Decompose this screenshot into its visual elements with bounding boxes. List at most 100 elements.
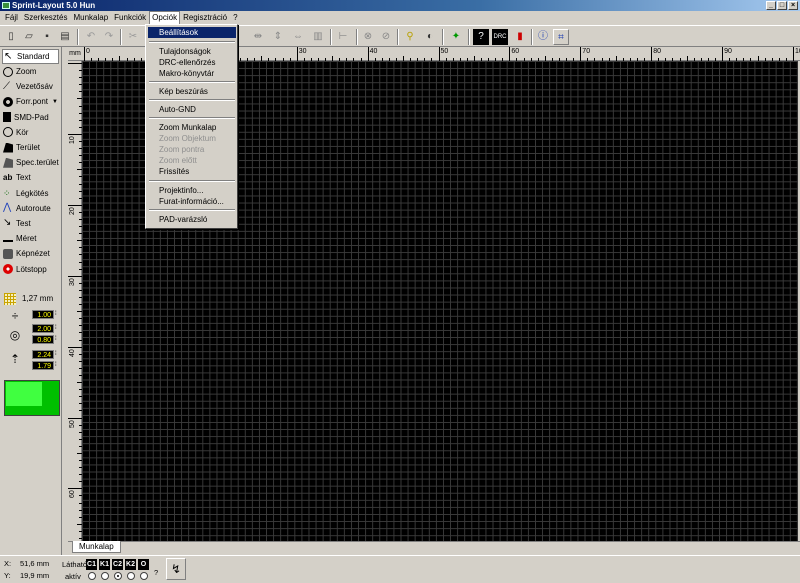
- track-icon: ⟋: [3, 80, 10, 92]
- menu-item-2[interactable]: DRC-ellenőrzés: [148, 57, 236, 68]
- tool-circle[interactable]: Kör: [0, 125, 61, 140]
- unlock-icon[interactable]: ⊘: [378, 29, 394, 45]
- grid-size-value[interactable]: 1,27 mm: [22, 294, 53, 303]
- menu-item-13[interactable]: PAD-varázsló: [148, 214, 236, 225]
- tool-measure[interactable]: Méret: [0, 231, 61, 246]
- maximize-button[interactable]: □: [777, 1, 787, 10]
- menu-item-8: Zoom pontra: [159, 145, 205, 154]
- layer-k1-toggle[interactable]: K1: [99, 559, 110, 570]
- snap-icon[interactable]: ⊢: [335, 29, 351, 45]
- tool-standard[interactable]: ↖ Standard: [2, 49, 59, 64]
- info-icon[interactable]: ⓘ: [535, 29, 551, 45]
- crop-icon[interactable]: ⌗: [553, 29, 569, 45]
- track-width-stepper[interactable]: ⁞: [55, 310, 57, 319]
- menu-edit[interactable]: Szerkesztés: [21, 11, 71, 25]
- menu-item-0[interactable]: Beállítások: [148, 27, 236, 38]
- menu-item-1[interactable]: Tulajdonságok: [148, 46, 236, 57]
- test-icon: ↘: [3, 217, 12, 229]
- ruler-tick: [68, 133, 82, 135]
- layer-k2-toggle[interactable]: K2: [125, 559, 136, 570]
- ruler-label: 20: [69, 207, 76, 215]
- menu-file[interactable]: Fájl: [2, 11, 21, 25]
- menu-item-12[interactable]: Furat-információ...: [148, 196, 236, 207]
- group-icon[interactable]: ⇹: [250, 29, 266, 45]
- smd-width-stepper[interactable]: ⁞: [55, 350, 57, 359]
- minimize-button[interactable]: _: [766, 1, 776, 10]
- active-layer-radio[interactable]: [114, 572, 122, 580]
- chevron-down-icon[interactable]: ▼: [52, 99, 58, 105]
- save-icon[interactable]: ▪: [39, 29, 55, 45]
- menu-item-6[interactable]: Zoom Munkalap: [148, 122, 236, 133]
- ruler-label: 60: [69, 490, 76, 499]
- tool-text[interactable]: ab Text: [0, 170, 61, 185]
- active-layer-radio[interactable]: [127, 572, 135, 580]
- pad-inner-field[interactable]: 0.80: [32, 335, 54, 344]
- ruler-tick: [68, 204, 82, 206]
- search-icon[interactable]: ⚲: [402, 29, 418, 45]
- tool-photoview[interactable]: Képnézet: [0, 246, 61, 261]
- pad-inner-stepper[interactable]: ⁞: [55, 335, 57, 344]
- menu-registration[interactable]: Regisztráció: [180, 11, 230, 25]
- active-layer-radio[interactable]: [101, 572, 109, 580]
- tool-track[interactable]: ⟋ Vezetősáv: [0, 79, 61, 94]
- tool-test[interactable]: ↘ Test: [0, 216, 61, 231]
- menu-item-3[interactable]: Makro-könyvtár: [148, 68, 236, 79]
- drc-icon[interactable]: DRC: [492, 29, 508, 45]
- active-layer-radio[interactable]: [140, 572, 148, 580]
- menu-bar: Fájl Szerkesztés Munkalap Funkciók Opció…: [0, 11, 800, 25]
- menu-help[interactable]: ?: [230, 11, 240, 25]
- tool-airwire[interactable]: ⁘ Légkötés: [0, 186, 61, 201]
- tool-solder-mask[interactable]: Lötstopp: [0, 261, 61, 276]
- route-mode-icon[interactable]: ↯: [166, 558, 186, 580]
- cut-icon[interactable]: ✂: [125, 29, 141, 45]
- zone-icon: [3, 142, 13, 153]
- tester-icon[interactable]: ?: [473, 29, 489, 45]
- pad-outer-field[interactable]: 2.00: [32, 324, 54, 333]
- window-title: Sprint-Layout 5.0 Hun: [12, 1, 96, 10]
- menu-item-4[interactable]: Kép beszúrás: [148, 86, 236, 97]
- pad-outer-stepper[interactable]: ⁞: [55, 324, 57, 333]
- mirror-icon[interactable]: ⇔: [290, 29, 306, 45]
- circle-icon: [3, 127, 13, 138]
- track-width-field[interactable]: 1.00: [32, 310, 54, 319]
- new-file-icon[interactable]: ▯: [3, 29, 19, 45]
- menu-item-5[interactable]: Auto-GND: [148, 104, 236, 115]
- solder-mask-toolbar-icon[interactable]: ▮: [512, 29, 528, 45]
- print-icon[interactable]: ▤: [57, 29, 73, 45]
- smd-pad-icon: [3, 112, 11, 123]
- active-layer-radio[interactable]: [88, 572, 96, 580]
- layer-c2-toggle[interactable]: C2: [112, 559, 123, 570]
- menu-options[interactable]: Opciók: [149, 11, 181, 25]
- smd-width-field[interactable]: 2.24: [32, 350, 54, 359]
- ruler-label: 40: [69, 348, 76, 357]
- tool-special-zone[interactable]: Spec.terület: [0, 155, 61, 170]
- tool-smd-pad[interactable]: SMD-Pad: [0, 110, 61, 125]
- layer-color-swatch[interactable]: [4, 380, 60, 416]
- component-icon[interactable]: ✦: [448, 29, 464, 45]
- tab-worksheet[interactable]: Munkalap: [72, 541, 121, 553]
- menu-worksheet[interactable]: Munkalap: [70, 11, 111, 25]
- ruler-tick: [722, 47, 724, 61]
- smd-height-stepper[interactable]: ⁞: [55, 361, 57, 370]
- layer-c1-toggle[interactable]: C1: [86, 559, 97, 570]
- contrast-icon[interactable]: ◐: [422, 29, 438, 45]
- grid-icon[interactable]: [4, 293, 16, 305]
- open-folder-icon[interactable]: ▱: [21, 29, 37, 45]
- menu-item-11[interactable]: Projektinfo...: [148, 185, 236, 196]
- smd-height-field[interactable]: 1.79: [32, 361, 54, 370]
- tool-solder-pad[interactable]: Forr.pont ▼: [0, 94, 61, 109]
- flip-icon[interactable]: ⇕: [270, 29, 286, 45]
- tool-zoom[interactable]: Zoom: [0, 64, 61, 79]
- close-button[interactable]: ×: [788, 1, 798, 10]
- undo-icon[interactable]: ↶: [83, 29, 99, 45]
- align-icon[interactable]: ▥: [310, 29, 326, 45]
- menu-item-10[interactable]: Frissítés: [148, 166, 236, 177]
- solder-mask-icon: [3, 264, 13, 275]
- redo-icon[interactable]: ↷: [101, 29, 117, 45]
- toolbar: ▯ ▱ ▪ ▤ ↶ ↷ ✂ ⇹ ⇕ ⇔ ▥ ⊢ ⊗ ⊘ ⚲ ◐ ✦ ? DRC …: [0, 25, 800, 47]
- layer-o-toggle[interactable]: O: [138, 559, 149, 570]
- menu-functions[interactable]: Funkciók: [111, 11, 149, 25]
- tool-autoroute[interactable]: ⋀ Autoroute: [0, 201, 61, 216]
- tool-zone[interactable]: Terület: [0, 140, 61, 155]
- lock-icon[interactable]: ⊗: [360, 29, 376, 45]
